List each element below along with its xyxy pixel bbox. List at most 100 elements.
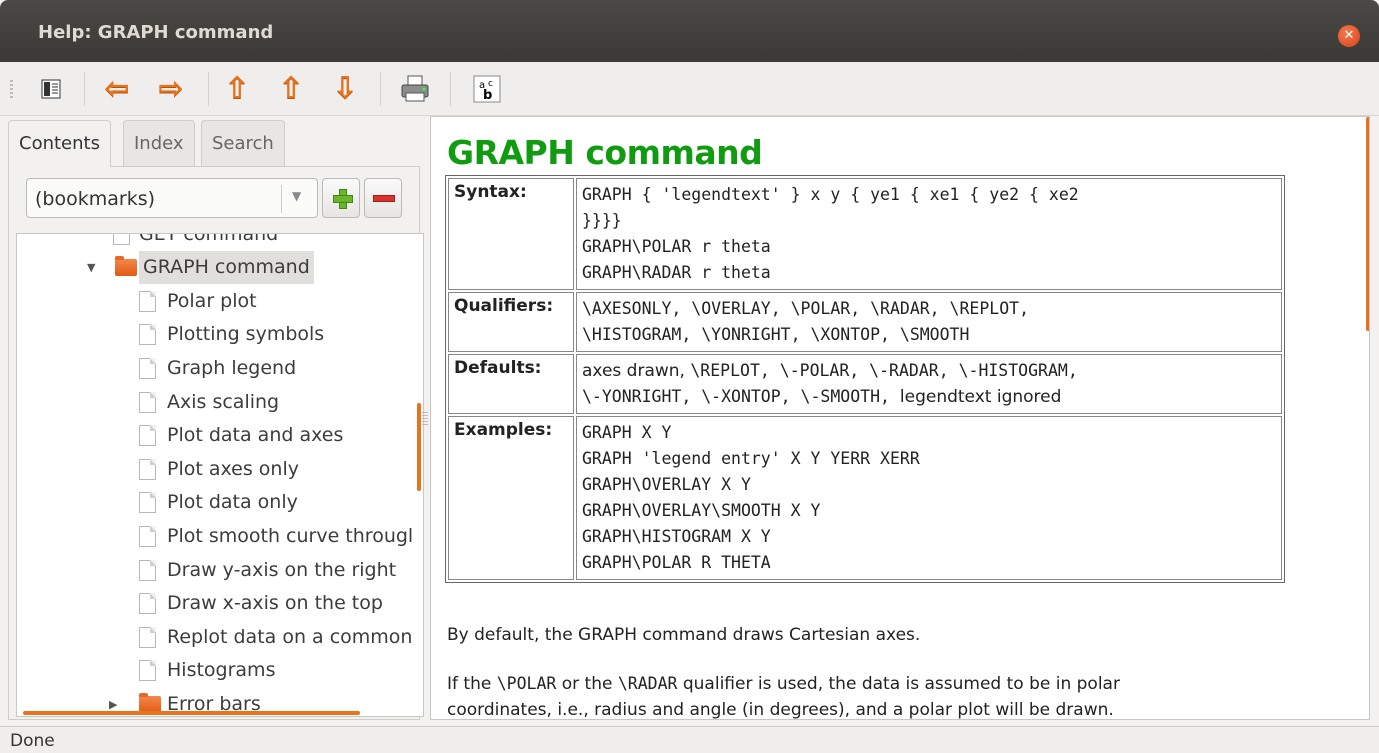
example-line: GRAPH\POLAR R THETA — [582, 553, 771, 572]
example-line: GRAPH 'legend entry' X Y YERR XERR — [582, 449, 920, 468]
examples-row: Examples: GRAPH X Y GRAPH 'legend entry'… — [448, 416, 1282, 580]
tree-item-label: Draw x-axis on the top — [167, 592, 383, 614]
page-icon — [139, 593, 156, 614]
defaults-value: axes drawn, \REPLOT, \-POLAR, \-RADAR, \… — [576, 354, 1282, 414]
paragraph-text: qualifier is used, the data is assumed t… — [677, 674, 1120, 694]
toolbar: ⇦ ⇨ ⇧ ⇧ ⇩ acb — [0, 62, 1379, 116]
tab-search[interactable]: Search — [201, 120, 285, 166]
command-info-table: Syntax: GRAPH { 'legendtext' } x y { ye1… — [445, 175, 1285, 583]
page-title: GRAPH command — [447, 133, 763, 172]
help-content: GRAPH command Syntax: GRAPH { 'legendtex… — [430, 116, 1370, 720]
pane-resize-handle[interactable] — [422, 412, 428, 426]
print-icon[interactable] — [398, 72, 432, 106]
qualifiers-row: Qualifiers: \AXESONLY, \OVERLAY, \POLAR,… — [448, 292, 1282, 352]
toggle-sidebar-icon[interactable] — [34, 72, 68, 106]
page-icon — [139, 392, 156, 413]
tree-horizontal-scrollbar[interactable] — [23, 711, 360, 715]
examples-value: GRAPH X Y GRAPH 'legend entry' X Y YERR … — [576, 416, 1282, 580]
tree-vertical-scrollbar[interactable] — [417, 403, 421, 491]
defaults-line: \-YONRIGHT, \-XONTOP, \-SMOOTH, legendte… — [582, 384, 1276, 410]
contents-tree[interactable]: GET command ▼ GRAPH command Polar plot P… — [16, 233, 424, 717]
tree-item-label: Plot data only — [167, 491, 298, 513]
folder-icon — [115, 256, 137, 276]
tree-item-label: Draw y-axis on the right — [167, 559, 397, 581]
defaults-row: Defaults: axes drawn, \REPLOT, \-POLAR, … — [448, 354, 1282, 414]
tree-item-label: GRAPH command — [139, 251, 314, 284]
tab-index[interactable]: Index — [123, 120, 195, 166]
defaults-text: axes drawn, — [582, 361, 691, 381]
previous-arrow-icon[interactable]: ⇧ — [274, 72, 308, 106]
toolbar-separator — [208, 72, 209, 106]
expander-open-icon[interactable]: ▼ — [87, 251, 95, 284]
toolbar-grip[interactable] — [10, 80, 13, 98]
defaults-text: legendtext ignored — [899, 387, 1062, 407]
defaults-line: axes drawn, \REPLOT, \-POLAR, \-RADAR, \… — [582, 358, 1276, 384]
title-bar: Help: GRAPH command ✕ — [0, 0, 1379, 62]
bookmarks-dropdown[interactable]: (bookmarks) ▼ — [26, 178, 318, 218]
combo-divider — [281, 185, 282, 213]
page-icon — [139, 324, 156, 345]
example-line: GRAPH\OVERLAY\SMOOTH X Y — [582, 501, 821, 520]
syntax-line: GRAPH\RADAR r theta — [582, 263, 771, 282]
qualifiers-line: \AXESONLY, \OVERLAY, \POLAR, \RADAR, \RE… — [582, 299, 1030, 318]
status-bar: Done — [0, 726, 1379, 753]
page-icon — [139, 358, 156, 379]
example-line: GRAPH X Y — [582, 423, 672, 442]
page-icon — [139, 459, 156, 480]
page-icon — [139, 526, 156, 547]
window-title: Help: GRAPH command — [38, 22, 274, 43]
paragraph-text: or the — [556, 674, 618, 694]
syntax-value: GRAPH { 'legendtext' } x y { ye1 { xe1 {… — [576, 178, 1282, 290]
toolbar-separator — [380, 72, 381, 106]
next-arrow-icon[interactable]: ⇩ — [328, 72, 362, 106]
page-icon — [139, 660, 156, 681]
page-icon — [139, 627, 156, 648]
examples-label: Examples: — [448, 416, 574, 580]
up-arrow-icon[interactable]: ⇧ — [220, 72, 254, 106]
sidebar: Contents Index Search (bookmarks) ▼ GET … — [8, 116, 424, 720]
syntax-line: GRAPH { 'legendtext' } x y { ye1 { xe1 {… — [582, 185, 1079, 204]
paragraph-text: coordinates, i.e., radius and angle (in … — [447, 700, 1114, 720]
syntax-row: Syntax: GRAPH { 'legendtext' } x y { ye1… — [448, 178, 1282, 290]
tree-item-label: Graph legend — [167, 357, 297, 379]
chevron-down-icon[interactable]: ▼ — [292, 189, 301, 203]
qualifiers-value: \AXESONLY, \OVERLAY, \POLAR, \RADAR, \RE… — [576, 292, 1282, 352]
plus-icon — [333, 189, 353, 209]
page-icon — [139, 560, 156, 581]
tree-item-label: Histograms — [167, 659, 276, 681]
defaults-code: \-YONRIGHT, \-XONTOP, \-SMOOTH, — [582, 387, 900, 406]
defaults-label: Defaults: — [448, 354, 574, 414]
paragraph: By default, the GRAPH command draws Cart… — [447, 625, 921, 645]
page-icon — [139, 291, 156, 312]
toolbar-separator — [450, 72, 451, 106]
toolbar-separator — [84, 72, 85, 106]
syntax-label: Syntax: — [448, 178, 574, 290]
page-icon — [139, 492, 156, 513]
tree-item-label: GET command — [139, 233, 279, 245]
paragraph-code: \RADAR — [617, 674, 678, 693]
example-line: GRAPH\HISTOGRAM X Y — [582, 527, 771, 546]
tab-contents[interactable]: Contents — [8, 120, 111, 167]
tree-item-label: Plotting symbols — [167, 323, 325, 345]
tree-item-label: Replot data on a common — [167, 626, 413, 648]
tree-item-current[interactable]: ▼ GRAPH command — [87, 251, 407, 284]
content-vertical-scrollbar[interactable] — [1366, 117, 1369, 331]
close-icon[interactable]: ✕ — [1338, 25, 1360, 47]
example-line: GRAPH\OVERLAY X Y — [582, 475, 751, 494]
tree-item-label: Plot data and axes — [167, 424, 344, 446]
defaults-code: \REPLOT, \-POLAR, \-RADAR, \-HISTOGRAM, — [690, 361, 1078, 380]
add-bookmark-button[interactable] — [322, 178, 360, 218]
syntax-line: GRAPH\POLAR r theta — [582, 237, 771, 256]
syntax-line: }}}} — [582, 211, 622, 230]
forward-arrow-icon[interactable]: ⇨ — [154, 72, 188, 106]
tree-item-label: Axis scaling — [167, 391, 280, 413]
tree-item-label: Polar plot — [167, 290, 257, 312]
minus-icon — [373, 195, 395, 202]
qualifiers-label: Qualifiers: — [448, 292, 574, 352]
qualifiers-line: \HISTOGRAM, \YONRIGHT, \XONTOP, \SMOOTH — [582, 325, 970, 344]
page-icon — [113, 234, 130, 245]
back-arrow-icon[interactable]: ⇦ — [100, 72, 134, 106]
font-size-icon[interactable]: acb — [470, 72, 504, 106]
tree-item-label: Plot axes only — [167, 458, 299, 480]
remove-bookmark-button[interactable] — [364, 178, 402, 218]
